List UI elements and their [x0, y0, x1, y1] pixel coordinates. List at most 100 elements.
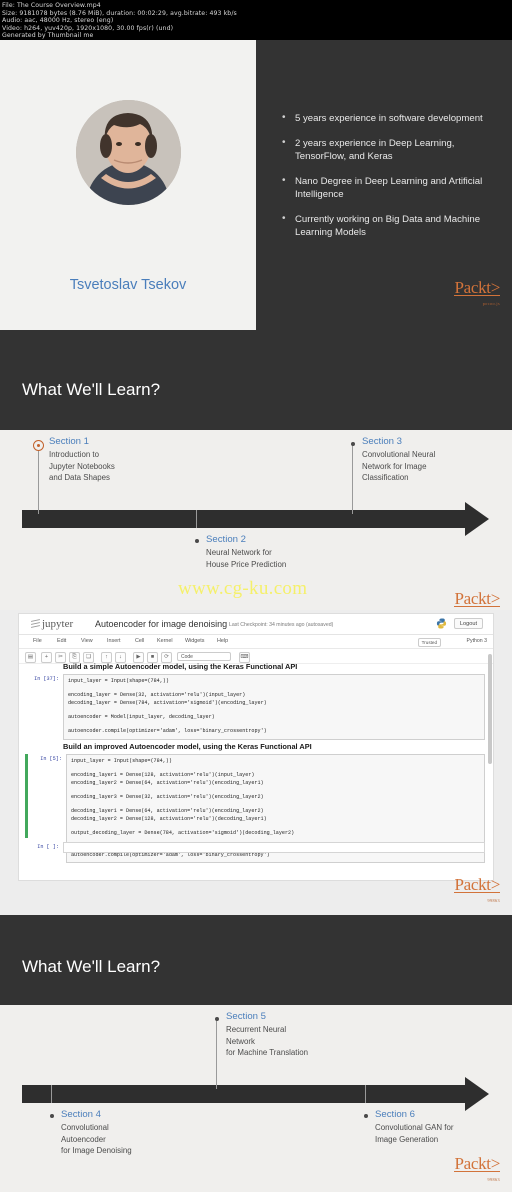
presenter-bullet-list: 5 years experience in software developme…: [281, 111, 496, 251]
save-icon[interactable]: ▤: [25, 651, 36, 663]
menu-item-insert[interactable]: Insert: [107, 638, 120, 644]
meta-line-video: Video: h264, yuv420p, 1920x1080, 30.00 f…: [2, 24, 174, 32]
add-cell-icon[interactable]: +: [41, 651, 52, 663]
timeline-stem: [51, 1085, 52, 1103]
video-metadata-header: File: The Course Overview.mp4 Size: 9181…: [0, 0, 512, 45]
section-label: Section 6: [375, 1109, 416, 1120]
timeline-marker-icon: [350, 442, 355, 446]
section-label: Section 2: [206, 534, 247, 545]
timeline-marker-icon: [33, 440, 44, 451]
jupyter-logo[interactable]: jupyter: [30, 618, 74, 630]
timeline-arrow-head: [465, 1077, 489, 1111]
menu-item-cell[interactable]: Cell: [135, 638, 144, 644]
code-cell-3[interactable]: In [ ]:: [25, 842, 485, 854]
packt-logo: Packt> pocoo.js: [454, 279, 500, 312]
code-cell-1[interactable]: In [37]: input_layer = Input(shape=(784,…: [25, 674, 485, 740]
timeline-marker-icon: [363, 1114, 368, 1118]
section-description: Introduction to Jupyter Notebooks and Da…: [49, 450, 115, 483]
packt-logo: Packt> 99863: [454, 1155, 500, 1188]
jupyter-window: jupyter Autoencoder for image denoising …: [18, 613, 494, 881]
section-description: Neural Network for House Price Predictio…: [206, 548, 287, 569]
notebook-title[interactable]: Autoencoder for image denoising: [95, 619, 227, 629]
section-description: Convolutional GAN for Image Generation: [375, 1123, 454, 1144]
paste-icon[interactable]: ❏: [83, 651, 94, 663]
slide-jupyter-notebook: jupyter Autoencoder for image denoising …: [0, 610, 512, 915]
menu-item-edit[interactable]: Edit: [57, 638, 66, 644]
timeline-stem: [196, 510, 197, 528]
presenter-bio-panel: 5 years experience in software developme…: [256, 40, 512, 330]
jupyter-brand-text: jupyter: [42, 618, 74, 630]
packt-logo-subtext: 99863: [487, 1177, 500, 1182]
jupyter-header: jupyter Autoencoder for image denoising …: [19, 614, 493, 635]
section-label: Section 4: [61, 1109, 102, 1120]
page-title: What We'll Learn?: [22, 957, 161, 976]
cut-icon[interactable]: ✂: [55, 651, 66, 663]
cell-type-select[interactable]: Code: [177, 651, 231, 661]
video-thumbnail-sheet: File: The Course Overview.mp4 Size: 9181…: [0, 0, 512, 1192]
section-label: Section 3: [362, 436, 403, 447]
kernel-indicator[interactable]: Python 3: [467, 638, 487, 644]
menu-item-help[interactable]: Help: [217, 638, 228, 644]
presenter-panel: Tsvetoslav Tsekov: [0, 40, 256, 330]
packt-logo-subtext: pocoo.js: [482, 301, 500, 306]
code-cell-2[interactable]: In [5]: input_layer = Input(shape=(784,)…: [25, 754, 485, 863]
copy-icon[interactable]: ⎘: [69, 651, 80, 663]
presenter-name: Tsvetoslav Tsekov: [69, 277, 187, 293]
cell-prompt: In [37]:: [34, 676, 59, 682]
trusted-badge: Trusted: [417, 637, 441, 647]
move-down-icon[interactable]: ↓: [115, 651, 126, 663]
presenter-avatar: [76, 100, 181, 205]
list-item: 2 years experience in Deep Learning, Ten…: [281, 136, 496, 164]
packt-logo-subtext: 99863: [487, 898, 500, 903]
meta-line-audio: Audio: aac, 48000 Hz, stereo (eng): [2, 17, 114, 25]
vertical-scrollbar[interactable]: [488, 654, 492, 764]
section-header-band-2: What We'll Learn?: [0, 915, 512, 1005]
restart-icon[interactable]: ⟳: [161, 651, 172, 663]
timeline-marker-icon: [49, 1114, 54, 1118]
section-description: Recurrent Neural Network for Machine Tra…: [226, 1025, 309, 1058]
list-item: Currently working on Big Data and Machin…: [281, 212, 496, 240]
site-watermark: www.cg-ku.com: [178, 578, 308, 599]
timeline-stem: [38, 444, 39, 514]
section-label: Section 5: [226, 1011, 267, 1022]
meta-line-size: Size: 9181078 bytes (8.76 MiB), duration…: [2, 9, 237, 17]
timeline-arrow-head: [465, 502, 489, 536]
timeline-stem: [216, 1019, 217, 1089]
section-label: Section 1: [49, 436, 90, 447]
markdown-heading-2: Build an improved Autoencoder model, usi…: [63, 742, 312, 751]
meta-line-generator: Generated by Thumbnail me: [2, 32, 94, 40]
command-palette-icon[interactable]: ⌨: [239, 651, 250, 663]
timeline-stem: [365, 1085, 366, 1103]
python-logo-icon: [436, 617, 447, 629]
slide-roadmap-1: Section 1 Introduction to Jupyter Notebo…: [0, 430, 512, 617]
section-description: Convolutional Autoencoder for Image Deno…: [61, 1123, 132, 1156]
jupyter-menubar: File Edit View Insert Cell Kernel Widget…: [19, 635, 493, 649]
section-header-band-1: What We'll Learn?: [0, 330, 512, 430]
timeline-arrow-shaft: [22, 510, 467, 528]
timeline-arrow-shaft: [22, 1085, 467, 1103]
stop-icon[interactable]: ■: [147, 651, 158, 663]
cell-prompt: In [ ]:: [37, 844, 59, 850]
logout-button[interactable]: Logout: [453, 618, 483, 629]
checkpoint-status: Last Checkpoint: 34 minutes ago (autosav…: [229, 621, 334, 628]
slide-presenter-intro: Tsvetoslav Tsekov 5 years experience in …: [0, 40, 512, 330]
timeline-marker-icon: [214, 1017, 219, 1021]
list-item: Nano Degree in Deep Learning and Artific…: [281, 174, 496, 202]
cell-source[interactable]: [63, 842, 485, 853]
menu-item-file[interactable]: File: [33, 638, 42, 644]
cell-prompt: In [5]:: [40, 756, 62, 762]
meta-line-file: File: The Course Overview.mp4: [2, 2, 101, 9]
page-title: What We'll Learn?: [22, 380, 161, 399]
jupyter-bars-icon: [30, 619, 41, 629]
run-icon[interactable]: ▶: [133, 651, 144, 663]
move-up-icon[interactable]: ↑: [101, 651, 112, 663]
menu-item-widgets[interactable]: Widgets: [185, 638, 204, 644]
menu-item-view[interactable]: View: [81, 638, 93, 644]
menu-item-kernel[interactable]: Kernel: [157, 638, 173, 644]
timeline-stem: [352, 444, 353, 514]
list-item: 5 years experience in software developme…: [281, 111, 496, 126]
markdown-heading-1: Build a simple Autoencoder model, using …: [63, 662, 298, 671]
cell-source[interactable]: input_layer = Input(shape=(784,)) encodi…: [63, 674, 485, 740]
packt-logo: Packt> 99863: [454, 876, 500, 909]
timeline-marker-icon: [194, 539, 199, 543]
